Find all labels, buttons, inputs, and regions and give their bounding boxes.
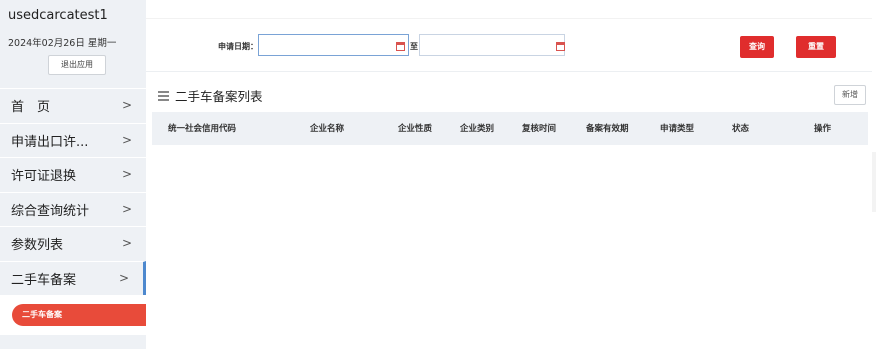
sidebar-item-label: 综合查询统计: [11, 203, 90, 219]
calendar-icon[interactable]: [556, 42, 565, 51]
sidebar-item-statistics[interactable]: 综合查询统计 >: [0, 191, 146, 227]
list-icon: [158, 89, 169, 103]
main-content: 申请日期： 至 查询 重置 二手车备案列表 新增 统一社会信用代码 企业名称 企…: [146, 0, 884, 349]
query-button[interactable]: 查询: [740, 36, 774, 58]
column-header: 复核时间: [522, 124, 557, 134]
chevron-right-icon: >: [121, 132, 132, 147]
column-header: 备案有效期: [586, 124, 629, 134]
sidebar-menu: 首 页 > 申请出口许... > 许可证退换 > 综合查询统计 > 参数列表 >…: [0, 88, 146, 295]
date-from-input[interactable]: [258, 34, 409, 56]
current-date: 2024年02月26日 星期一: [8, 38, 117, 49]
column-header: 企业性质: [398, 124, 433, 134]
column-header: 申请类型: [660, 124, 695, 134]
add-button[interactable]: 新增: [834, 85, 866, 105]
column-header: 企业名称: [310, 124, 345, 134]
logout-button[interactable]: 退出应用: [48, 55, 106, 75]
column-header: 企业类别: [460, 124, 495, 134]
chevron-right-icon: >: [121, 167, 132, 181]
sidebar-item-label: 许可证退换: [11, 169, 77, 185]
scrollbar[interactable]: [872, 152, 876, 212]
chevron-right-icon: >: [121, 201, 132, 216]
sidebar-item-label: 二手车备案: [11, 272, 77, 288]
table-body: [152, 145, 868, 345]
submenu: 二手车备案: [0, 295, 146, 335]
chevron-right-icon: >: [121, 236, 132, 250]
sidebar-item-license-return[interactable]: 许可证退换 >: [0, 157, 146, 192]
sidebar-item-export-license[interactable]: 申请出口许... >: [0, 122, 146, 158]
chevron-right-icon: >: [121, 98, 132, 112]
sidebar-item-home[interactable]: 首 页 >: [0, 88, 146, 123]
column-header: 操作: [814, 124, 832, 134]
list-title: 二手车备案列表: [158, 86, 263, 105]
username: usedcarcatest1: [8, 8, 108, 23]
list-title-text: 二手车备案列表: [175, 89, 263, 104]
sidebar: usedcarcatest1 2024年02月26日 星期一 退出应用 首 页 …: [0, 0, 146, 349]
date-range-separator: 至: [410, 42, 418, 51]
table-header: 统一社会信用代码 企业名称 企业性质 企业类别 复核时间 备案有效期 申请类型 …: [152, 112, 868, 145]
search-bar: 申请日期： 至 查询 重置: [146, 18, 872, 72]
reset-button[interactable]: 重置: [796, 36, 836, 58]
sidebar-item-used-car-filing[interactable]: 二手车备案 >: [0, 260, 146, 295]
sidebar-item-parameters[interactable]: 参数列表 >: [0, 226, 146, 261]
calendar-icon[interactable]: [396, 42, 405, 51]
sidebar-item-label: 首 页: [11, 100, 51, 116]
sidebar-item-label: 参数列表: [11, 238, 64, 254]
column-header: 统一社会信用代码: [168, 124, 237, 134]
submenu-item-used-car-filing[interactable]: 二手车备案: [12, 304, 146, 326]
sidebar-item-label: 申请出口许...: [11, 134, 89, 150]
date-to-input[interactable]: [419, 34, 565, 56]
user-info: usedcarcatest1 2024年02月26日 星期一 退出应用: [0, 0, 146, 88]
column-header: 状态: [732, 124, 750, 134]
date-label: 申请日期：: [218, 42, 258, 51]
chevron-right-icon: >: [118, 270, 129, 285]
